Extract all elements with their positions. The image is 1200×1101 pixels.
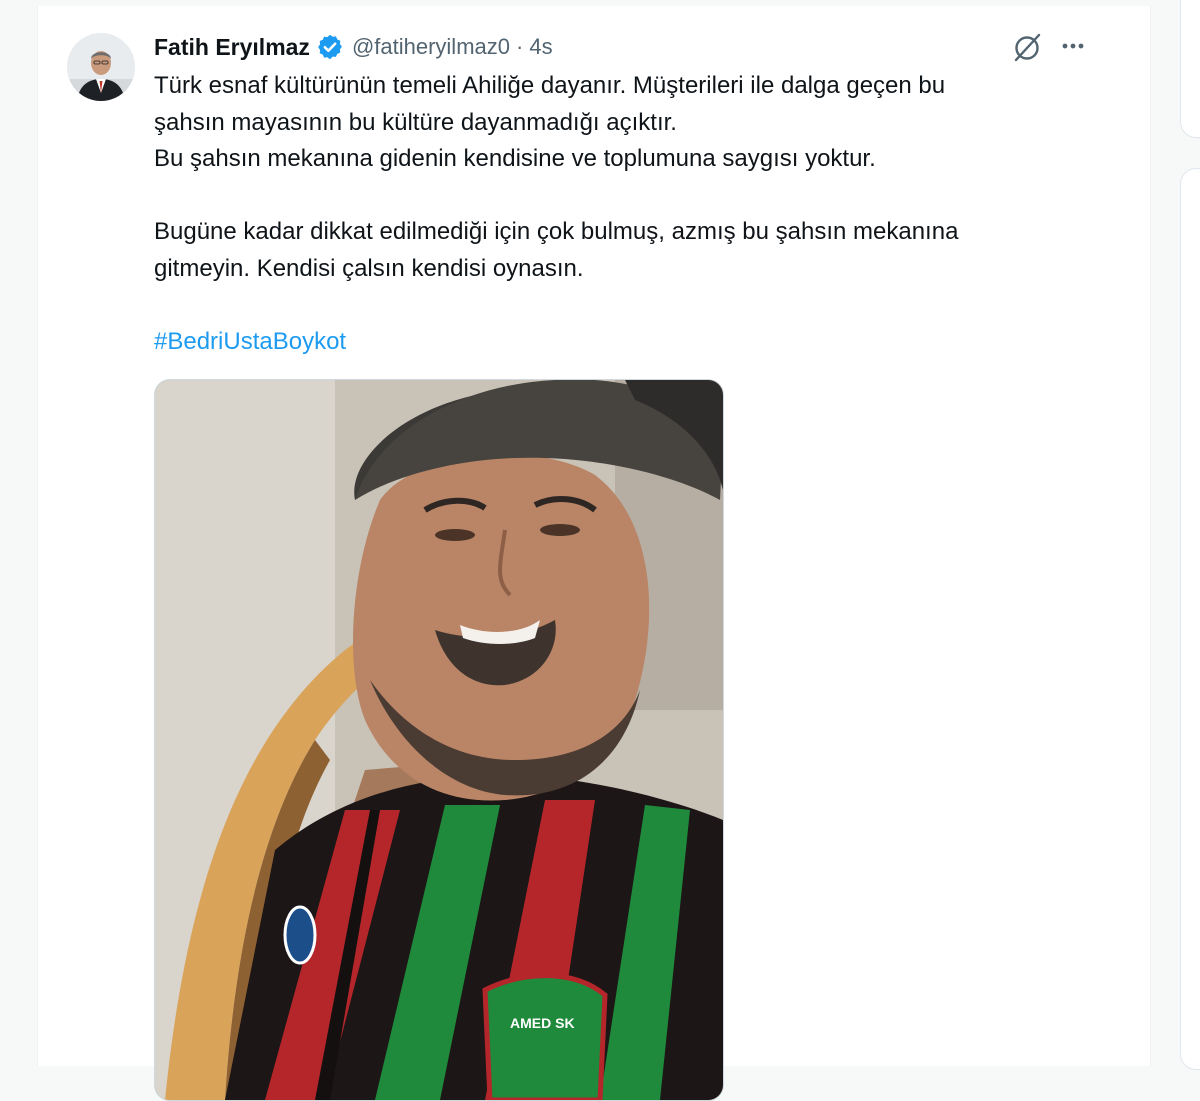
grok-icon[interactable]: [1010, 30, 1044, 64]
author-display-name[interactable]: Fatih Eryılmaz: [154, 34, 310, 61]
tweet-header: Fatih Eryılmaz @fatiheryilmaz0 · 4s: [154, 30, 553, 64]
tweet-text-line: gitmeyin. Kendisi çalsın kendisi oynasın…: [154, 254, 584, 282]
profile-photo-icon: [67, 33, 135, 101]
tweet-timestamp[interactable]: 4s: [529, 34, 552, 60]
ellipsis-icon[interactable]: [1056, 34, 1090, 58]
tweet-text-line: Bu şahsın mekanına gidenin kendisine ve …: [154, 145, 876, 172]
tweet-text-line: Türk esnaf kültürünün temeli Ahiliğe day…: [154, 72, 946, 99]
jersey-badge-text: AMED SK: [510, 1015, 575, 1031]
tweet-text: Türk esnaf kültürünün temeli Ahiliğe day…: [154, 68, 1114, 360]
photo-image: AMED SK: [155, 380, 723, 1100]
sidebar-card-bottom: [1180, 168, 1200, 1070]
tweet-text-line: Bugüne kadar dikkat edilmediği için çok …: [154, 218, 959, 245]
author-avatar[interactable]: [67, 33, 135, 101]
hashtag-link[interactable]: #BedriUstaBoykot: [154, 328, 346, 355]
tweet-text-line: şahsın mayasının bu kültüre dayanmadığı …: [154, 108, 677, 136]
separator-dot: ·: [516, 34, 524, 59]
author-handle[interactable]: @fatiheryilmaz0: [352, 34, 510, 60]
sidebar-card-top: [1180, 0, 1200, 138]
tweet-photo[interactable]: AMED SK: [154, 379, 724, 1101]
verified-badge-icon[interactable]: [316, 33, 344, 61]
